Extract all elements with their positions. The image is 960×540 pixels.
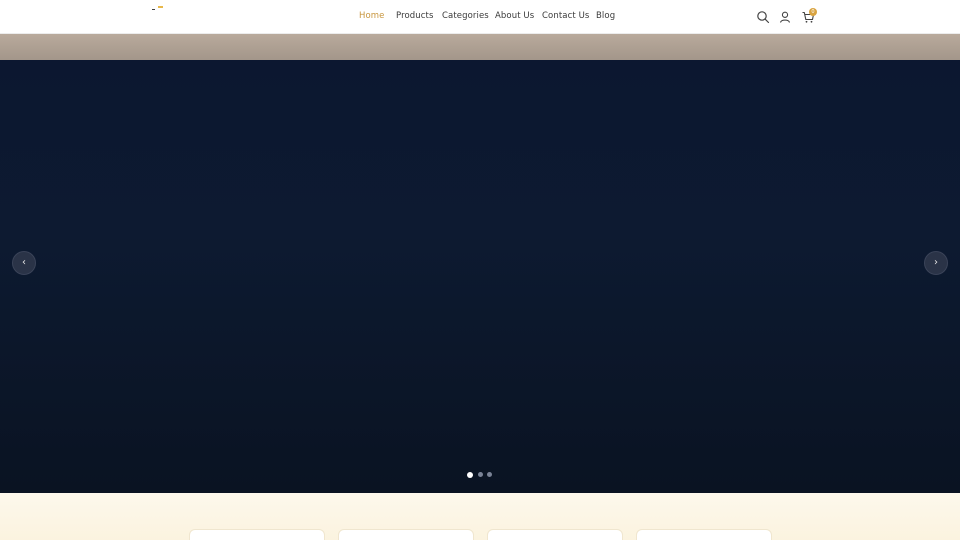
hero-slider	[0, 60, 960, 493]
category-card[interactable]	[487, 529, 623, 540]
slider-dot-2[interactable]	[478, 472, 483, 477]
site-header: Home Products Categories About Us Contac…	[0, 0, 960, 34]
chevron-right-icon[interactable]: ›	[924, 251, 948, 275]
nav-home[interactable]: Home	[359, 11, 385, 21]
nav-products[interactable]: Products	[396, 11, 434, 21]
category-card[interactable]	[189, 529, 325, 540]
category-card[interactable]	[338, 529, 474, 540]
nav-about-us[interactable]: About Us	[495, 11, 534, 21]
category-section	[0, 493, 960, 540]
nav-categories[interactable]: Categories	[442, 11, 489, 21]
slider-dot-3[interactable]	[487, 472, 492, 477]
main-nav: Home Products Categories About Us Contac…	[0, 0, 960, 34]
nav-blog[interactable]: Blog	[596, 11, 615, 21]
category-card[interactable]	[636, 529, 772, 540]
nav-contact-us[interactable]: Contact Us	[542, 11, 589, 21]
promo-banner-strip	[0, 34, 960, 60]
chevron-left-icon[interactable]: ‹	[12, 251, 36, 275]
user-icon[interactable]	[778, 10, 792, 24]
slider-dot-1[interactable]	[467, 471, 473, 478]
cart-count-badge: 0	[809, 8, 817, 16]
search-icon[interactable]	[756, 10, 770, 24]
